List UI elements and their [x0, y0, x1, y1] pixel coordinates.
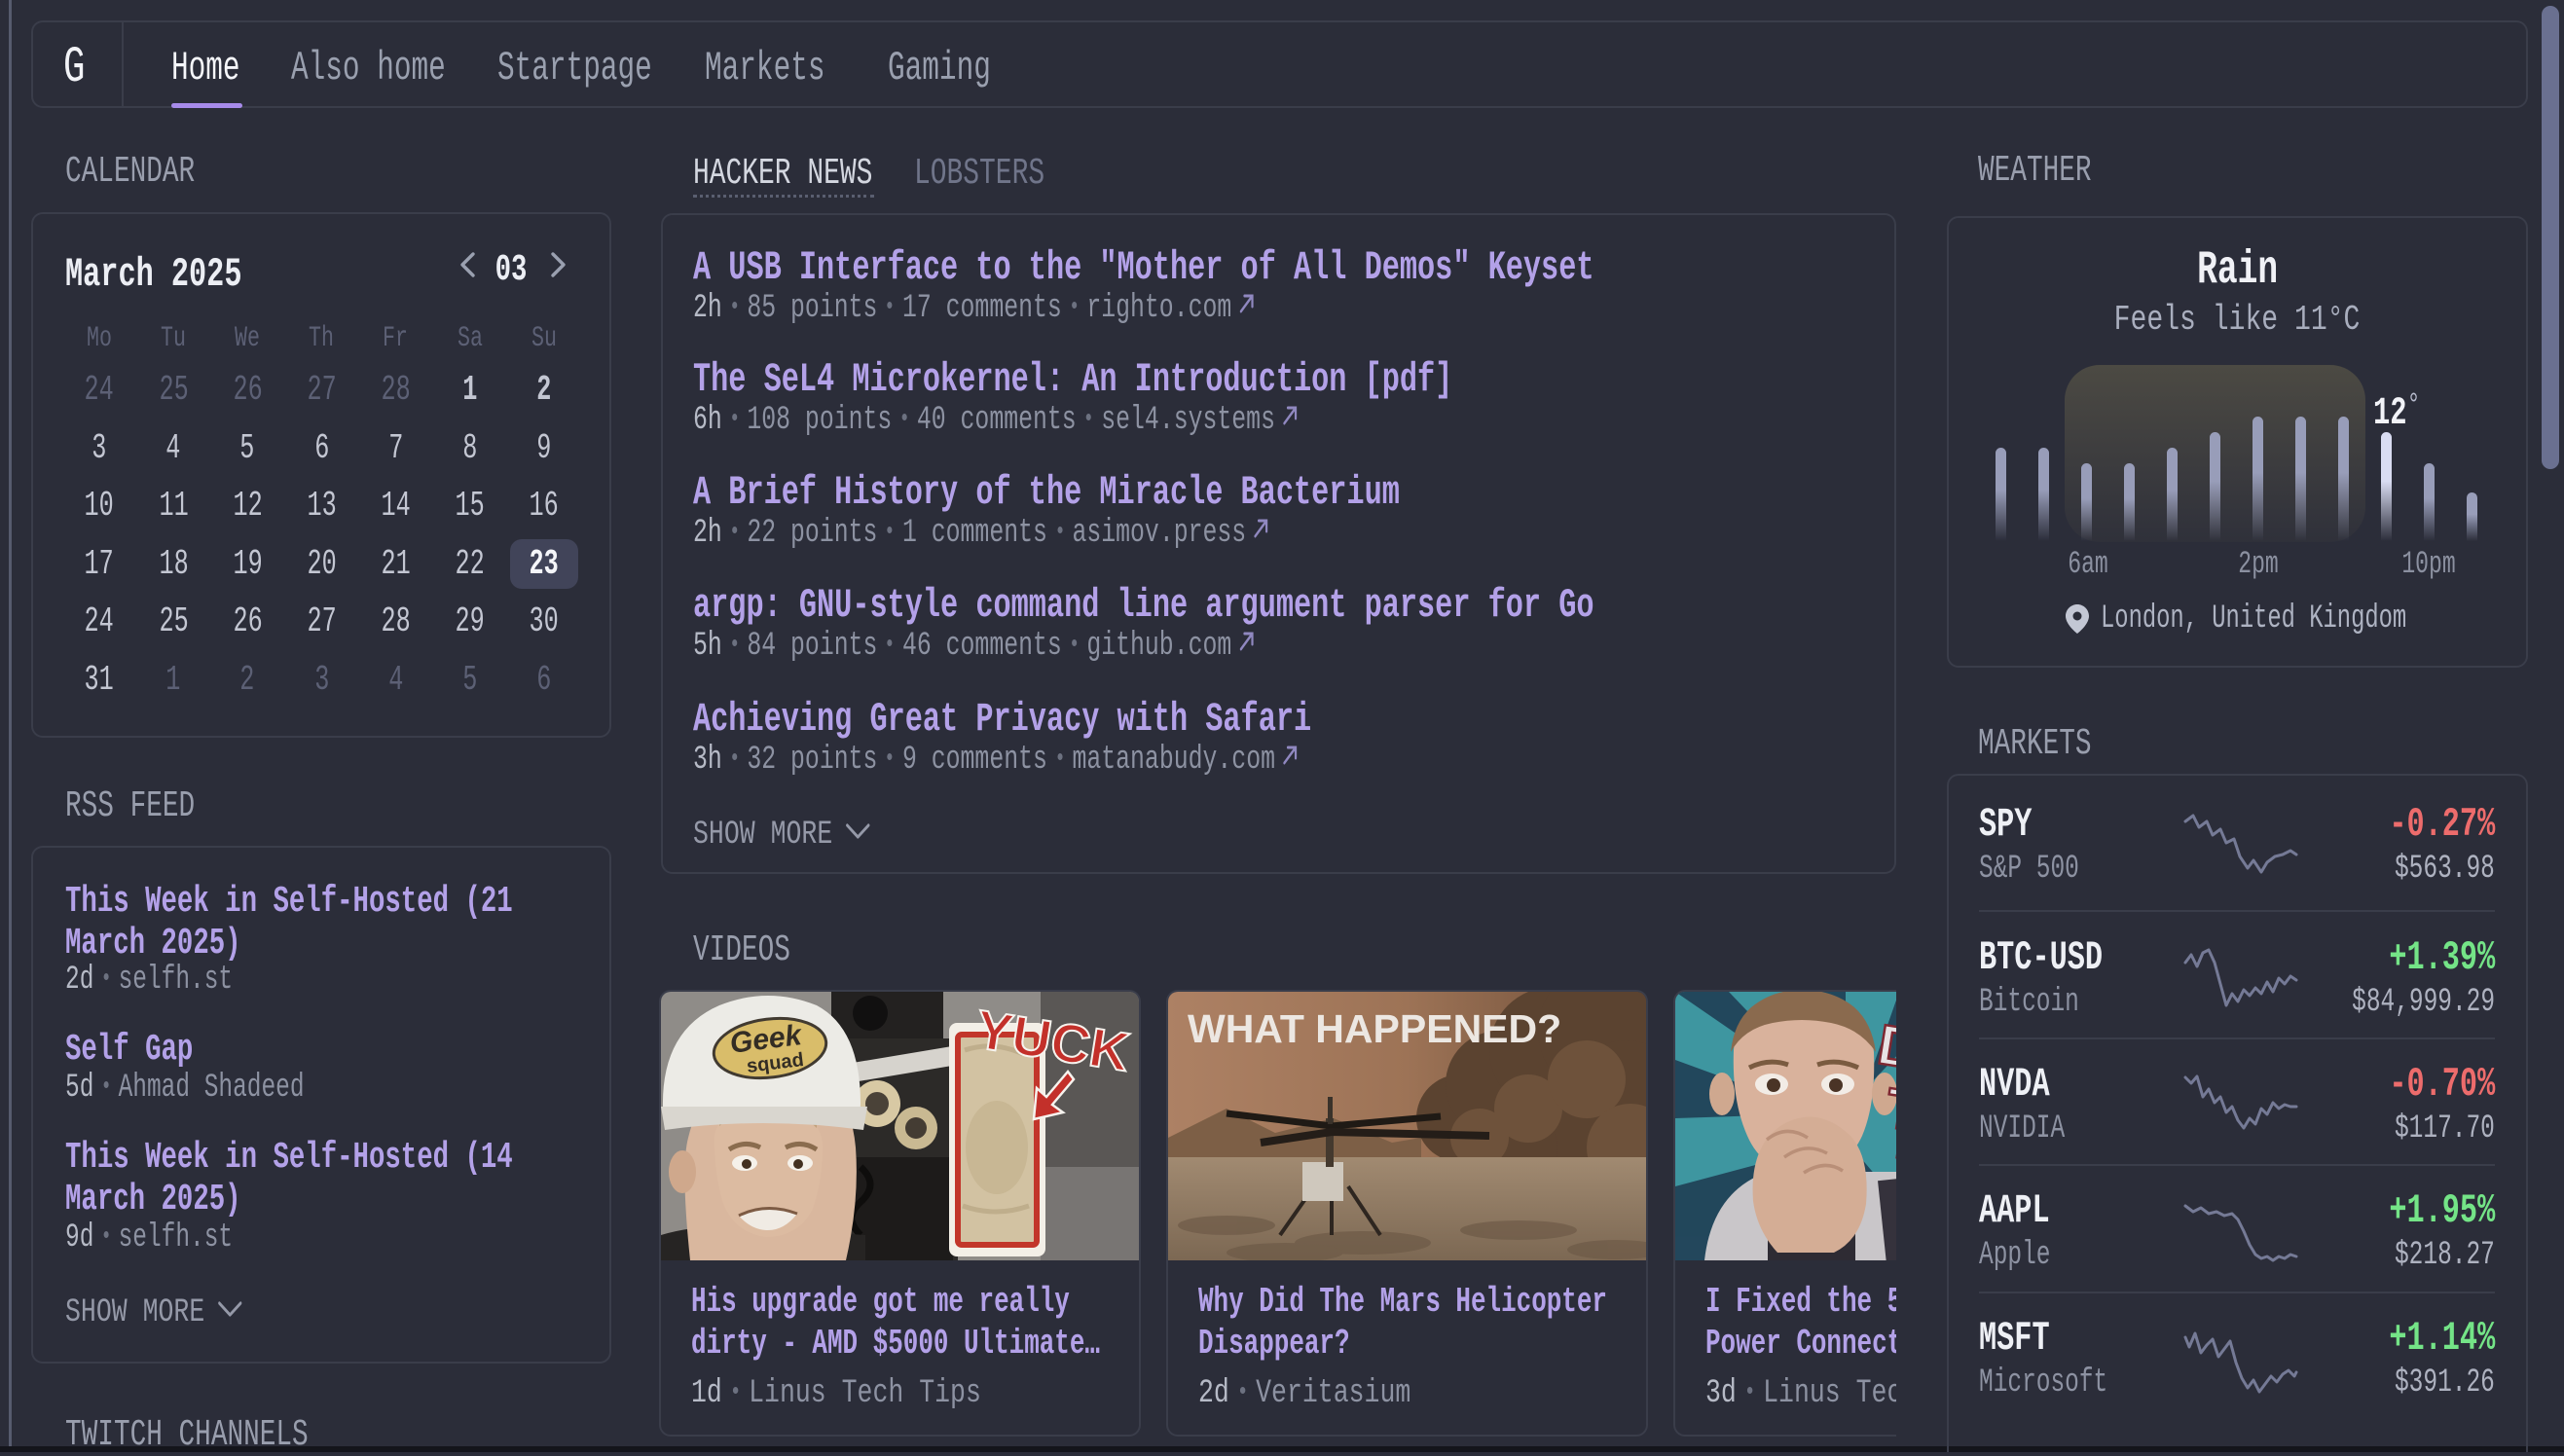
svg-text:WHAT HAPPENED?: WHAT HAPPENED? — [1188, 1006, 1561, 1051]
